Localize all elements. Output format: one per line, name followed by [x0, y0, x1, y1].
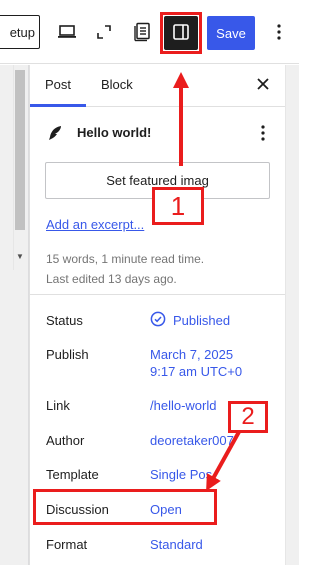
template-label: Template [46, 467, 99, 482]
format-label: Format [46, 537, 88, 552]
link-label: Link [46, 398, 70, 413]
desktop-icon[interactable] [55, 20, 79, 44]
status-value[interactable]: Published [173, 312, 230, 330]
editor-scrollbar-thumb[interactable] [15, 70, 25, 230]
post-actions-more-icon[interactable] [255, 122, 271, 144]
right-scroll-rail [285, 65, 299, 565]
tab-post[interactable]: Post [45, 77, 71, 92]
status-label: Status [46, 313, 83, 328]
publish-date-value[interactable]: March 7, 2025 [150, 346, 233, 364]
scroll-down-arrow-icon[interactable]: ▼ [15, 250, 25, 262]
post-title: Hello world! [77, 125, 152, 140]
save-button[interactable]: Save [207, 16, 255, 50]
settings-sidebar: Post Block Hello world! Set featured ima… [29, 65, 286, 565]
document-overview-icon[interactable] [131, 20, 155, 44]
link-value[interactable]: /hello-world [150, 397, 216, 415]
sidebar-tabs: Post Block [30, 65, 286, 107]
post-feather-icon [46, 124, 64, 142]
author-value[interactable]: deoretaker007 [150, 432, 234, 450]
active-tab-indicator [30, 104, 86, 107]
tab-block[interactable]: Block [101, 77, 133, 92]
post-card: Hello world! [46, 122, 276, 146]
publish-time-value[interactable]: 9:17 am UTC+0 [150, 363, 242, 381]
section-divider [30, 294, 286, 295]
word-count-text: 15 words, 1 minute read time. [46, 252, 205, 266]
setup-button[interactable]: etup [0, 15, 40, 49]
add-excerpt-link[interactable]: Add an excerpt... [46, 217, 144, 232]
discussion-label: Discussion [46, 502, 109, 517]
discussion-value[interactable]: Open [150, 501, 182, 519]
publish-label: Publish [46, 347, 89, 362]
close-icon[interactable] [253, 74, 273, 94]
sidebar-toggle-icon [172, 23, 190, 44]
author-label: Author [46, 433, 85, 448]
more-vertical-icon[interactable] [269, 20, 289, 44]
format-value[interactable]: Standard [150, 536, 203, 554]
published-check-icon [150, 311, 166, 327]
template-value[interactable]: Single Pos [150, 466, 212, 484]
external-link-icon[interactable] [92, 20, 116, 44]
sidebar-toggle-button[interactable] [164, 16, 198, 50]
last-edited-text: Last edited 13 days ago. [46, 272, 177, 286]
set-featured-image-button[interactable]: Set featured imag [45, 162, 270, 199]
editor-toolbar: etup Save [0, 0, 299, 64]
